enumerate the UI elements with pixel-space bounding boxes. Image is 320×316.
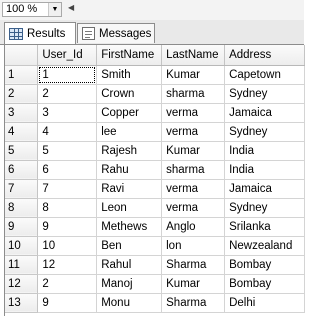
table-cell[interactable]: Kumar	[161, 274, 226, 294]
table-cell[interactable]: verma	[161, 198, 226, 218]
zoom-value: 100 %	[6, 3, 38, 15]
table-cell[interactable]: lee	[96, 122, 163, 142]
cell-text: 1	[42, 68, 49, 81]
column-header-lastname[interactable]: LastName	[161, 45, 226, 66]
row-number[interactable]: 10	[5, 236, 39, 256]
table-row: 8 8 Leon verma Sydney	[5, 198, 305, 218]
table-cell[interactable]: Jamaica	[224, 103, 305, 123]
table-cell[interactable]: Sharma	[161, 255, 226, 275]
table-cell[interactable]: Rahu	[96, 160, 163, 180]
row-number[interactable]: 7	[5, 179, 39, 199]
table-cell[interactable]: Ravi	[96, 179, 163, 199]
table-cell[interactable]: sharma	[161, 160, 226, 180]
table-cell[interactable]: 2	[37, 84, 98, 104]
table-cell[interactable]: Bombay	[224, 255, 305, 275]
messages-icon	[82, 27, 95, 40]
tab-results-label: Results	[27, 27, 66, 40]
grid-icon	[9, 27, 23, 40]
column-header-address[interactable]: Address	[224, 45, 305, 66]
table-cell[interactable]: Sharma	[161, 293, 226, 313]
table-row: 2 2 Crown sharma Sydney	[5, 84, 305, 104]
table-row: 11 12 Rahul Sharma Bombay	[5, 255, 305, 275]
table-cell[interactable]: Kumar	[161, 65, 226, 85]
table-row: 5 5 Rajesh Kumar India	[5, 141, 305, 161]
row-number[interactable]: 1	[5, 65, 39, 85]
table-row: 9 9 Methews Anglo Srilanka	[5, 217, 305, 237]
table-cell[interactable]: verma	[161, 103, 226, 123]
table-cell[interactable]: Srilanka	[224, 217, 305, 237]
column-header-firstname[interactable]: FirstName	[96, 45, 163, 66]
table-cell[interactable]: Smith	[96, 65, 163, 85]
row-number[interactable]: 12	[5, 274, 39, 294]
table-row: 6 6 Rahu sharma India	[5, 160, 305, 180]
tab-results[interactable]: Results	[4, 22, 76, 44]
table-cell[interactable]: India	[224, 160, 305, 180]
table-cell[interactable]: Methews	[96, 217, 163, 237]
table-cell[interactable]: Jamaica	[224, 179, 305, 199]
table-cell[interactable]: lon	[161, 236, 226, 256]
table-cell[interactable]: 3	[37, 103, 98, 123]
table-cell[interactable]: Delhi	[224, 293, 305, 313]
table-cell[interactable]: Kumar	[161, 141, 226, 161]
table-cell[interactable]: India	[224, 141, 305, 161]
table-row: 3 3 Copper verma Jamaica	[5, 103, 305, 123]
tab-messages[interactable]: Messages	[77, 23, 155, 43]
row-number[interactable]: 2	[5, 84, 39, 104]
table-cell[interactable]: 5	[37, 141, 98, 161]
tab-messages-label: Messages	[99, 27, 152, 40]
table-row: 7 7 Ravi verma Jamaica	[5, 179, 305, 199]
row-number[interactable]: 13	[5, 293, 39, 313]
table-cell[interactable]: Bombay	[224, 274, 305, 294]
table-cell[interactable]: Crown	[96, 84, 163, 104]
table-cell[interactable]: 6	[37, 160, 98, 180]
table-cell[interactable]: sharma	[161, 84, 226, 104]
table-cell[interactable]: Sydney	[224, 198, 305, 218]
row-number[interactable]: 8	[5, 198, 39, 218]
table-cell[interactable]: Sydney	[224, 84, 305, 104]
table-cell[interactable]: Capetown	[224, 65, 305, 85]
table-cell[interactable]: verma	[161, 179, 226, 199]
chevron-down-icon[interactable]: ▼	[48, 3, 61, 16]
table-cell[interactable]: Anglo	[161, 217, 226, 237]
table-row: 13 9 Monu Sharma Delhi	[5, 293, 305, 313]
table-cell[interactable]: 2	[37, 274, 98, 294]
table-cell[interactable]: Leon	[96, 198, 163, 218]
table-cell[interactable]: Sydney	[224, 122, 305, 142]
table-cell[interactable]: Copper	[96, 103, 163, 123]
table-cell[interactable]: 7	[37, 179, 98, 199]
row-number[interactable]: 6	[5, 160, 39, 180]
table-cell[interactable]: Rahul	[96, 255, 163, 275]
table-cell[interactable]: 4	[37, 122, 98, 142]
zoom-dropdown[interactable]: 100 % ▼	[2, 2, 62, 17]
table-cell[interactable]: Rajesh	[96, 141, 163, 161]
table-cell[interactable]: Newzealand	[224, 236, 305, 256]
table-cell[interactable]: Ben	[96, 236, 163, 256]
table-cell[interactable]: Manoj	[96, 274, 163, 294]
row-number[interactable]: 4	[5, 122, 39, 142]
table-row: 1 1 Smith Kumar Capetown	[5, 65, 305, 85]
results-table: User_Id FirstName LastName Address 1 1 S…	[5, 45, 305, 313]
table-cell[interactable]: 8	[37, 198, 98, 218]
row-number[interactable]: 9	[5, 217, 39, 237]
results-tab-bar: Results Messages	[0, 20, 304, 45]
table-row: 4 4 lee verma Sydney	[5, 122, 305, 142]
row-number[interactable]: 5	[5, 141, 39, 161]
table-cell[interactable]: 9	[37, 217, 98, 237]
scroll-left-icon[interactable]: ◀	[68, 3, 74, 12]
table-row: 10 10 Ben lon Newzealand	[5, 236, 305, 256]
column-header-user-id[interactable]: User_Id	[37, 45, 98, 66]
table-cell[interactable]: 10	[37, 236, 98, 256]
table-cell[interactable]: 9	[37, 293, 98, 313]
row-number[interactable]: 11	[5, 255, 39, 275]
table-cell[interactable]: 12	[37, 255, 98, 275]
table-cell[interactable]: 1	[37, 65, 98, 85]
row-number[interactable]: 3	[5, 103, 39, 123]
table-cell[interactable]: verma	[161, 122, 226, 142]
table-cell[interactable]: Monu	[96, 293, 163, 313]
table-row: 12 2 Manoj Kumar Bombay	[5, 274, 305, 294]
zoom-toolbar: 100 % ▼ ◀	[0, 0, 304, 21]
grid-corner[interactable]	[5, 45, 39, 66]
results-grid: User_Id FirstName LastName Address 1 1 S…	[4, 45, 305, 316]
header-row: User_Id FirstName LastName Address	[5, 45, 305, 66]
